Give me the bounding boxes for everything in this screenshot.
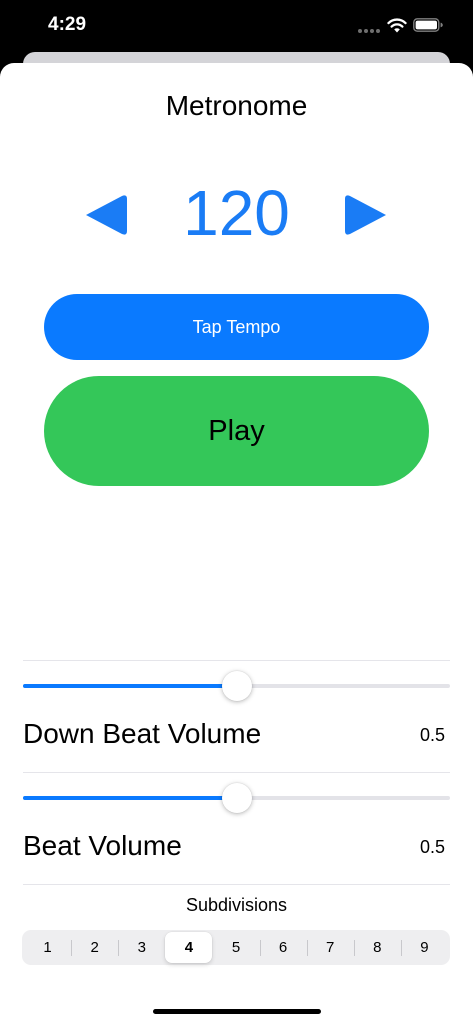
subdivisions-title: Subdivisions [185,895,288,915]
segment-separator [71,940,73,956]
divider [23,884,450,885]
slider-thumb[interactable] [221,783,252,813]
beat-volume-value: 0.5 [419,837,445,857]
segment-separator [306,940,308,956]
tempo-increase-button[interactable] [344,192,390,238]
segment-separator [400,940,402,956]
home-indicator [153,1009,321,1014]
play-label: Play [208,414,265,447]
subdivision-option[interactable]: 5 [212,932,259,963]
wifi-icon [387,17,407,33]
subdivision-option[interactable]: 7 [307,932,354,963]
down-beat-volume-slider[interactable] [23,671,450,701]
slider-fill [23,796,237,800]
subdivision-option[interactable]: 2 [71,932,118,963]
tempo-decrease-button[interactable] [82,192,128,238]
status-bar: 4:29 [0,0,473,54]
beat-volume-label: Beat Volume [23,830,182,861]
battery-icon [413,18,443,32]
beat-volume-slider[interactable] [23,783,450,813]
subdivision-option[interactable]: 1 [24,932,71,963]
chevron-left-icon [86,195,127,235]
slider-thumb[interactable] [221,671,252,701]
slider-fill [23,684,237,688]
chevron-right-icon [345,195,386,235]
segment-separator [353,940,355,956]
subdivision-option[interactable]: 3 [118,932,165,963]
segment-separator [118,940,120,956]
divider [23,772,450,773]
subdivision-option[interactable]: 8 [354,932,401,963]
down-beat-volume-label: Down Beat Volume [23,718,262,749]
tempo-value: 120 [183,177,290,249]
down-beat-volume-value: 0.5 [419,725,445,745]
status-time: 4:29 [48,14,87,35]
subdivision-option[interactable]: 4 [165,932,213,963]
subdivision-option[interactable]: 9 [401,932,448,963]
divider [23,660,450,661]
signal-icon [358,29,380,35]
subdivision-option[interactable]: 6 [260,932,307,963]
subdivisions-segmented-control: 1 2 3 4 5 6 7 8 9 [22,930,450,965]
tap-tempo-button[interactable]: Tap Tempo [44,294,429,360]
tap-tempo-label: Tap Tempo [192,316,281,337]
segment-separator [259,940,261,956]
play-button[interactable]: Play [44,376,429,486]
page-title: Metronome [165,90,308,121]
